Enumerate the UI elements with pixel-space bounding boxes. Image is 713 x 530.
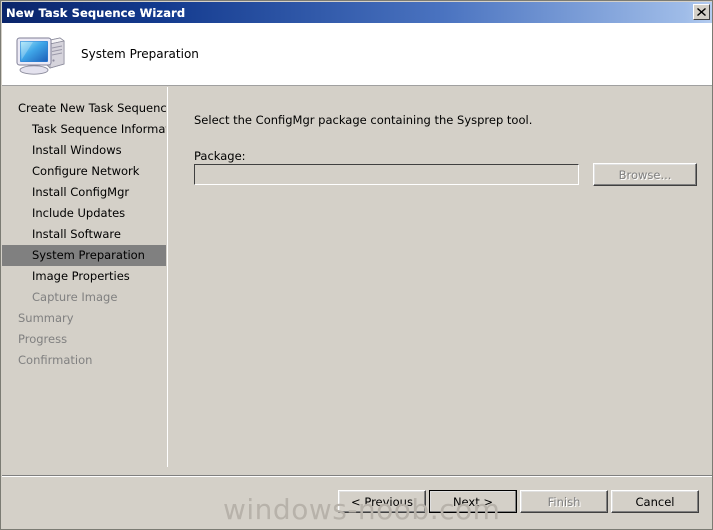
close-glyph: [697, 8, 706, 16]
sidebar-step-image-properties[interactable]: Image Properties: [2, 266, 166, 287]
sidebar-step-install-configmgr[interactable]: Install ConfigMgr: [2, 182, 166, 203]
sidebar-divider: [167, 87, 168, 467]
title-bar: New Task Sequence Wizard: [2, 2, 712, 23]
sidebar-step-summary[interactable]: Summary: [2, 308, 166, 329]
browse-button[interactable]: Browse...: [593, 163, 697, 186]
sidebar-step-capture-image[interactable]: Capture Image: [2, 287, 166, 308]
next-button[interactable]: Next >: [429, 490, 517, 513]
package-label: Package:: [194, 149, 246, 163]
wizard-footer: < Previous Next > Finish Cancel: [2, 478, 712, 529]
sidebar-step-system-preparation[interactable]: System Preparation: [2, 245, 166, 266]
wizard-window: New Task Sequence Wizard System Preparat…: [0, 0, 713, 530]
footer-separator: [2, 475, 712, 477]
sidebar-step-task-sequence-information[interactable]: Task Sequence Information: [2, 119, 166, 140]
sidebar-step-install-software[interactable]: Install Software: [2, 224, 166, 245]
wizard-header: System Preparation: [2, 23, 712, 86]
page-title: System Preparation: [81, 47, 199, 61]
close-icon[interactable]: [693, 4, 710, 20]
step-list: Create New Task Sequence Task Sequence In…: [2, 87, 166, 371]
content-pane: Select the ConfigMgr package containing …: [169, 87, 712, 467]
window-title: New Task Sequence Wizard: [6, 5, 186, 20]
cancel-button[interactable]: Cancel: [611, 490, 699, 513]
instruction-text: Select the ConfigMgr package containing …: [194, 113, 533, 127]
sidebar-step-confirmation[interactable]: Confirmation: [2, 350, 166, 371]
package-input[interactable]: [194, 164, 579, 185]
previous-button[interactable]: < Previous: [338, 490, 426, 513]
wizard-body: Create New Task Sequence Task Sequence In…: [2, 87, 712, 529]
finish-button[interactable]: Finish: [520, 490, 608, 513]
sidebar-step-create-new-task-sequence[interactable]: Create New Task Sequence: [2, 98, 166, 119]
sidebar-step-configure-network[interactable]: Configure Network: [2, 161, 166, 182]
sidebar-step-install-windows[interactable]: Install Windows: [2, 140, 166, 161]
sidebar-step-progress[interactable]: Progress: [2, 329, 166, 350]
wizard-step-sidebar: Create New Task Sequence Task Sequence In…: [2, 87, 166, 482]
computer-icon: [16, 37, 65, 75]
sidebar-step-include-updates[interactable]: Include Updates: [2, 203, 166, 224]
